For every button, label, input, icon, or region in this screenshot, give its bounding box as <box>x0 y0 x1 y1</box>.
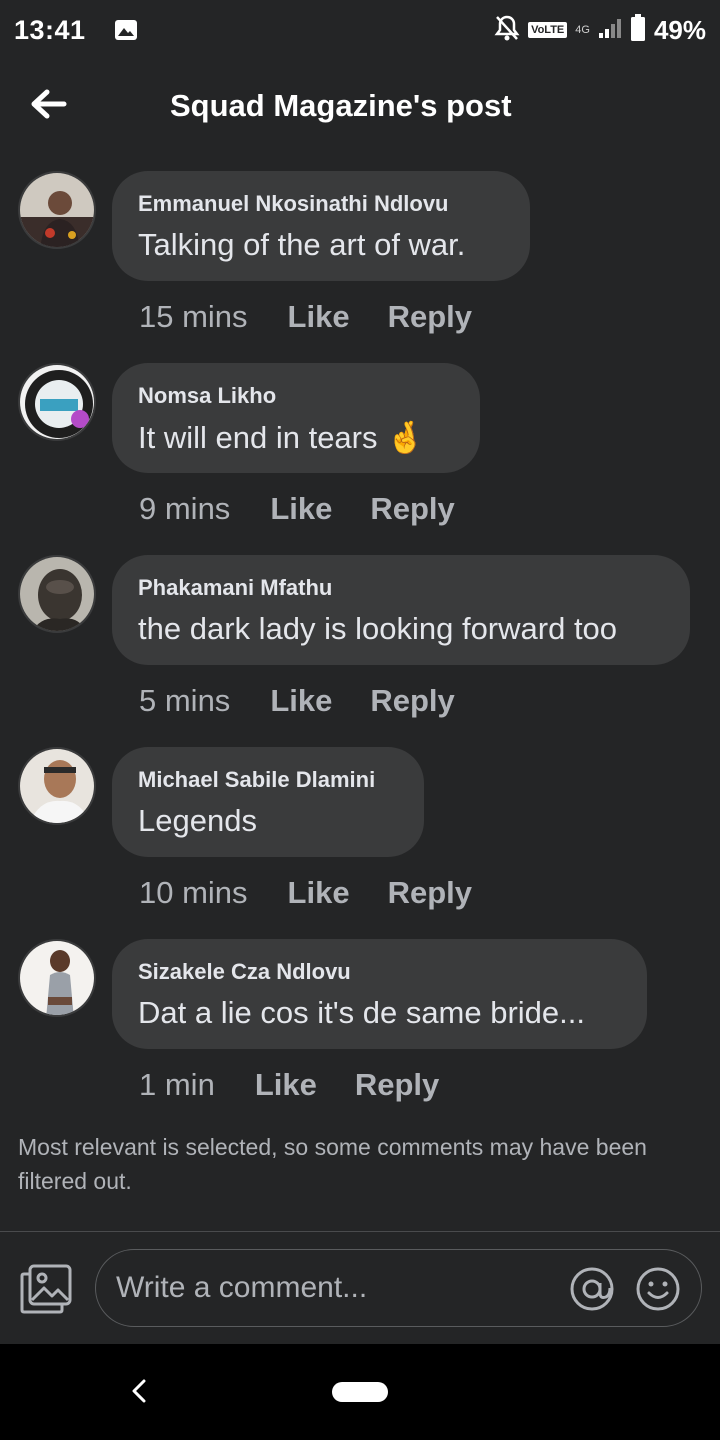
post-header: Squad Magazine's post <box>0 70 720 142</box>
comment-time: 5 mins <box>139 683 231 718</box>
like-button[interactable]: Like <box>288 875 350 911</box>
status-time: 13:41 <box>14 14 86 45</box>
comment-author[interactable]: Sizakele Cza Ndlovu <box>138 959 619 985</box>
comment-input[interactable]: Write a comment... <box>95 1249 702 1327</box>
comment-composer: Write a comment... <box>0 1232 720 1344</box>
comment-bubble[interactable]: Phakamani Mfathu the dark lady is lookin… <box>112 555 690 665</box>
comment-author[interactable]: Michael Sabile Dlamini <box>138 767 396 793</box>
like-button[interactable]: Like <box>270 683 332 719</box>
signal-icon <box>598 17 622 44</box>
page-title: Squad Magazine's post <box>170 88 512 123</box>
comment-time: 15 mins <box>139 299 248 334</box>
avatar[interactable] <box>18 939 96 1017</box>
comment-actions: 10 mins Like Reply <box>139 875 510 911</box>
comment-time: 1 min <box>139 1067 215 1102</box>
reply-button[interactable]: Reply <box>388 875 472 911</box>
system-back-icon[interactable] <box>128 1378 152 1404</box>
comment-time: 9 mins <box>139 491 231 526</box>
battery-icon <box>630 13 646 47</box>
mention-icon[interactable] <box>569 1266 615 1312</box>
avatar[interactable] <box>18 171 96 249</box>
comment-bubble[interactable]: Emmanuel Nkosinathi Ndlovu Talking of th… <box>112 171 530 281</box>
reply-button[interactable]: Reply <box>370 491 454 527</box>
back-arrow-icon[interactable] <box>28 84 68 124</box>
comment-text: Dat a lie cos it's de same bride... <box>138 995 586 1030</box>
reply-button[interactable]: Reply <box>388 299 472 335</box>
comment-author[interactable]: Nomsa Likho <box>138 383 452 409</box>
comment-text: the dark lady is looking forward too <box>138 611 618 646</box>
filter-note: Most relevant is selected, so some comme… <box>18 1134 647 1194</box>
comment-bubble[interactable]: Sizakele Cza Ndlovu Dat a lie cos it's d… <box>112 939 647 1049</box>
mute-bell-icon <box>494 14 520 47</box>
comment-text: Talking of the art of war. <box>138 227 466 262</box>
comment-placeholder: Write a comment... <box>116 1271 368 1304</box>
comment-actions: 5 mins Like Reply <box>139 683 493 719</box>
comment-actions: 15 mins Like Reply <box>139 299 510 335</box>
like-button[interactable]: Like <box>270 491 332 527</box>
like-button[interactable]: Like <box>288 299 350 335</box>
volte-badge: VoLTE <box>528 22 568 38</box>
comment-text: Legends <box>138 803 257 838</box>
comment-bubble[interactable]: Nomsa Likho It will end in tears 🤞 <box>112 363 480 473</box>
reply-button[interactable]: Reply <box>370 683 454 719</box>
emoji-icon[interactable] <box>635 1266 681 1312</box>
system-nav-bar <box>0 1344 720 1440</box>
comment-text: It will end in tears 🤞 <box>138 420 425 455</box>
system-home-pill[interactable] <box>332 1382 388 1402</box>
photo-icon[interactable] <box>20 1262 74 1316</box>
network-type: 4G <box>575 24 590 36</box>
status-bar: 13:41 VoLTE 4G 49% <box>0 0 720 60</box>
comment-author[interactable]: Emmanuel Nkosinathi Ndlovu <box>138 191 502 217</box>
comment-actions: 1 min Like Reply <box>139 1067 477 1103</box>
comment-author[interactable]: Phakamani Mfathu <box>138 575 662 601</box>
gallery-notification-icon <box>114 19 138 41</box>
battery-percent: 49% <box>653 14 706 45</box>
comment-bubble[interactable]: Michael Sabile Dlamini Legends <box>112 747 424 857</box>
avatar[interactable] <box>18 555 96 633</box>
avatar[interactable] <box>18 363 96 441</box>
status-indicators: VoLTE 4G 49% <box>494 13 706 47</box>
like-button[interactable]: Like <box>255 1067 317 1103</box>
comment-time: 10 mins <box>139 875 248 910</box>
avatar[interactable] <box>18 747 96 825</box>
comment-actions: 9 mins Like Reply <box>139 491 493 527</box>
reply-button[interactable]: Reply <box>355 1067 439 1103</box>
